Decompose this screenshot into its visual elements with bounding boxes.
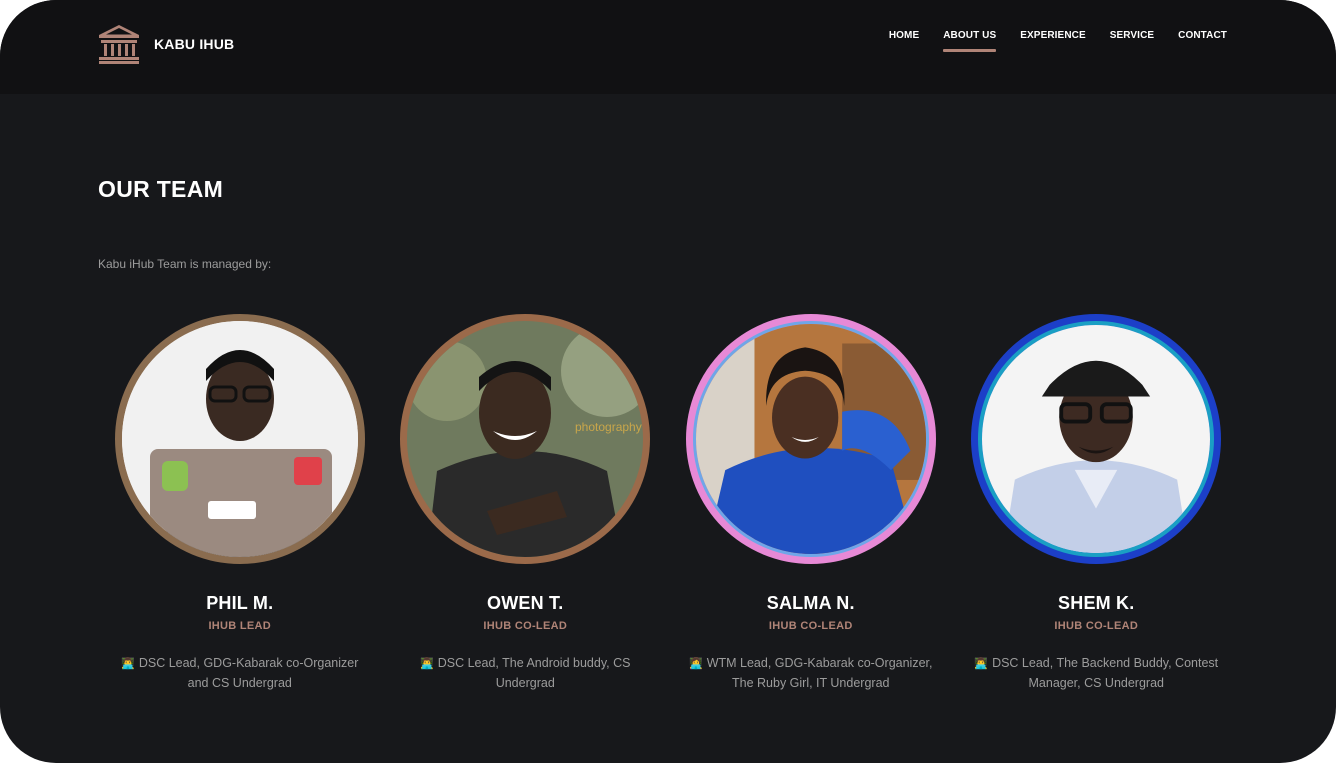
member-name: OWEN T.: [487, 593, 564, 613]
team-member-card: SHEM K. IHUB CO-LEAD 👨‍💻 DSC Lead, The Ba…: [954, 314, 1240, 693]
brand-name: KABU IHUB: [154, 36, 235, 52]
section-title: OUR TEAM: [98, 176, 224, 202]
member-avatar: photography: [400, 314, 651, 564]
member-photo: [121, 321, 358, 557]
nav-contact[interactable]: CONTACT: [1178, 30, 1227, 52]
member-bio: 👨‍💻 DSC Lead, The Backend Buddy, Contest …: [966, 654, 1226, 693]
nav-service[interactable]: SERVICE: [1110, 30, 1154, 52]
member-role: IHUB LEAD: [208, 620, 272, 632]
developer-emoji-icon: 👩‍💻: [689, 658, 703, 670]
member-name: SHEM K.: [1058, 593, 1135, 613]
member-avatar: [685, 314, 936, 564]
member-role: IHUB CO-LEAD: [1054, 620, 1139, 632]
bank-icon: [99, 25, 139, 64]
member-bio-text: DSC Lead, GDG-Kabarak co-Organizer and C…: [138, 656, 359, 690]
member-bio-text: DSC Lead, The Android buddy, CS Undergra…: [437, 656, 631, 690]
member-avatar: [971, 314, 1222, 564]
member-bio: 👨‍💻 DSC Lead, GDG-Kabarak co-Organizer an…: [110, 654, 370, 693]
developer-emoji-icon: 👨‍💻: [420, 658, 434, 670]
member-photo: [695, 324, 926, 554]
member-photo: photography: [407, 321, 644, 557]
nav-about-us[interactable]: ABOUT US: [943, 30, 997, 52]
svg-text:photography: photography: [575, 420, 642, 434]
nav-experience[interactable]: EXPERIENCE: [1020, 30, 1085, 52]
member-bio-text: DSC Lead, The Backend Buddy, Contest Man…: [992, 656, 1219, 690]
page-frame: KABU IHUB HOME ABOUT US EXPERIENCE SERVI…: [0, 0, 1336, 763]
main-nav: HOME ABOUT US EXPERIENCE SERVICE CONTACT: [889, 30, 1227, 52]
team-member-card: photography OWEN T. IHUB CO-LEAD 👨‍💻 DSC …: [383, 314, 669, 693]
section-intro: Kabu iHub Team is managed by:: [98, 257, 272, 271]
team-member-card: PHIL M. IHUB LEAD 👨‍💻 DSC Lead, GDG-Kabar…: [97, 314, 383, 693]
member-avatar: [114, 314, 365, 564]
member-name: PHIL M.: [206, 593, 274, 613]
member-role: IHUB CO-LEAD: [768, 620, 853, 632]
developer-emoji-icon: 👨‍💻: [121, 658, 135, 670]
member-bio-text: WTM Lead, GDG-Kabarak co-Organizer, The …: [706, 656, 933, 690]
member-name: SALMA N.: [766, 593, 855, 613]
site-header: KABU IHUB HOME ABOUT US EXPERIENCE SERVI…: [0, 0, 1336, 94]
team-member-card: SALMA N. IHUB CO-LEAD 👩‍💻 WTM Lead, GDG-K…: [668, 314, 954, 693]
developer-emoji-icon: 👨‍💻: [974, 658, 989, 670]
member-bio: 👨‍💻 DSC Lead, The Android buddy, CS Under…: [395, 654, 655, 693]
member-role: IHUB CO-LEAD: [483, 620, 568, 632]
brand[interactable]: KABU IHUB: [98, 24, 234, 64]
nav-home[interactable]: HOME: [889, 30, 919, 52]
member-photo: [982, 325, 1211, 553]
member-bio: 👩‍💻 WTM Lead, GDG-Kabarak co-Organizer, T…: [681, 654, 941, 693]
team-grid: PHIL M. IHUB LEAD 👨‍💻 DSC Lead, GDG-Kabar…: [97, 314, 1239, 693]
